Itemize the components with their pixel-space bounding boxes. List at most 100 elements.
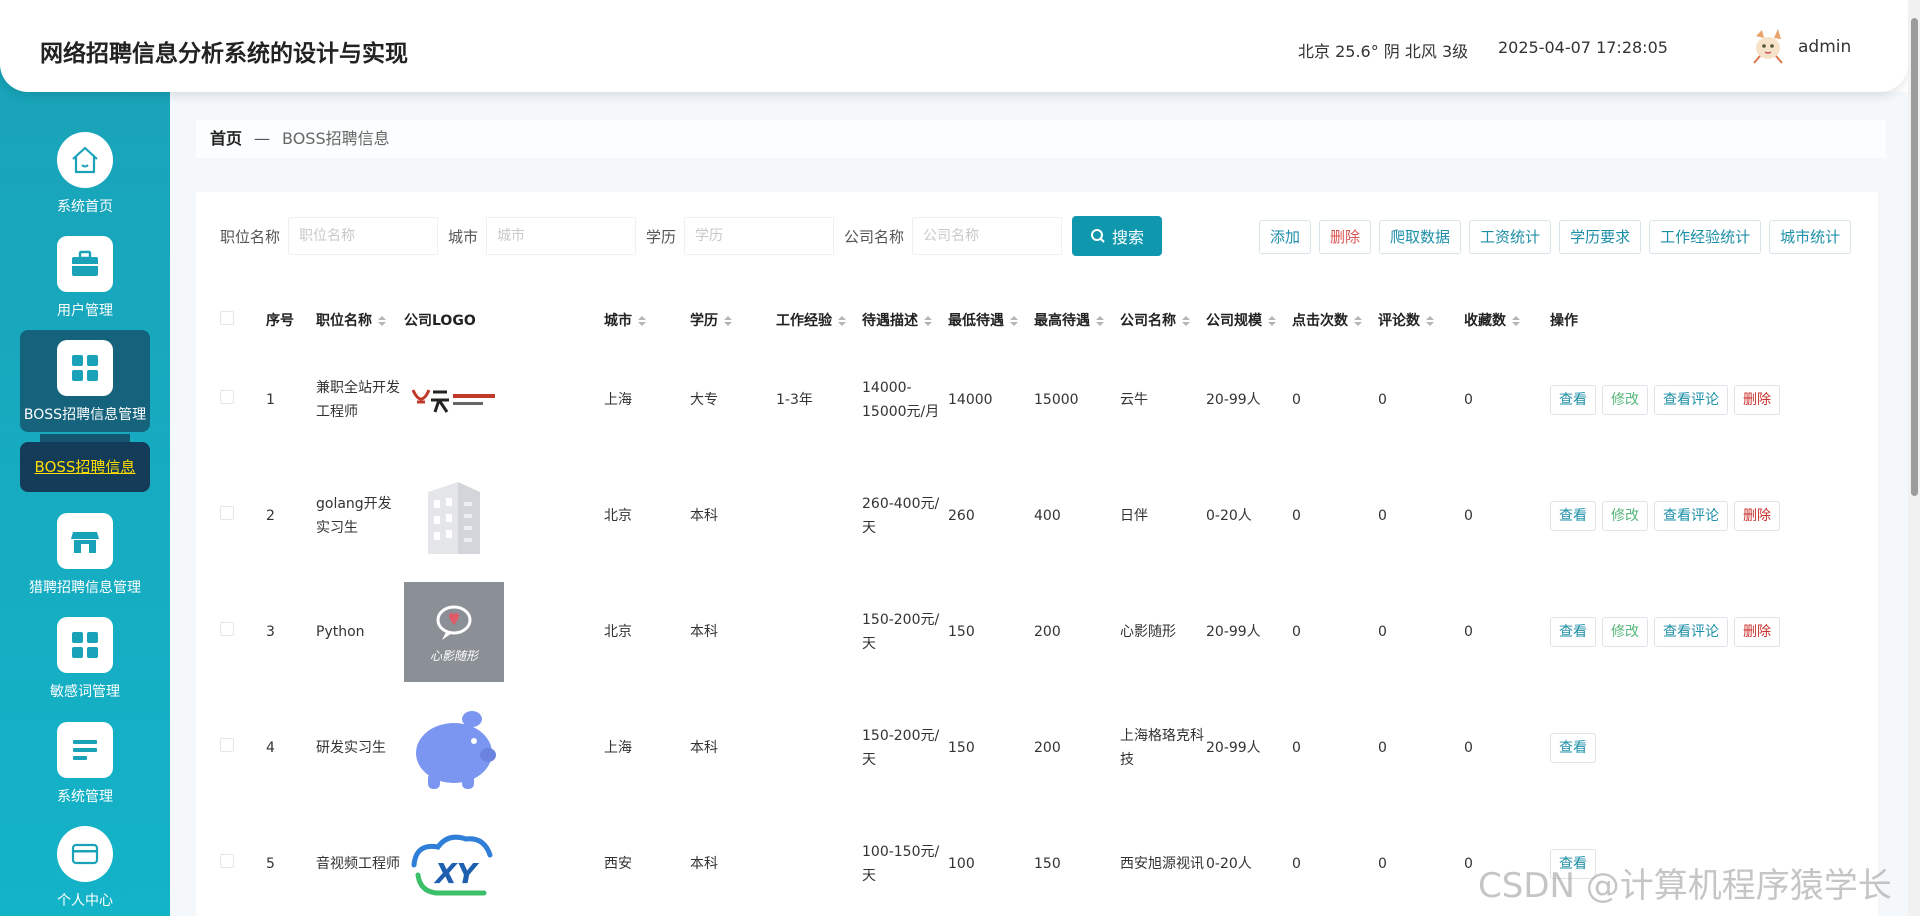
card-icon (57, 826, 113, 882)
row-checkbox[interactable] (220, 854, 234, 868)
header-select-all[interactable] (220, 298, 266, 342)
sidebar-item-home[interactable]: 系统首页 (0, 132, 170, 230)
sort-icon[interactable] (1354, 316, 1362, 326)
view-reviews-button[interactable]: 查看评论 (1654, 385, 1728, 415)
sort-icon[interactable] (724, 316, 732, 326)
sort-icon[interactable] (838, 316, 846, 326)
add-button[interactable]: 添加 (1259, 220, 1312, 254)
delete-button[interactable]: 删除 (1734, 385, 1780, 415)
header-col-sortable[interactable]: 最高待遇 (1034, 298, 1120, 342)
cell-title: 研发实习生 (316, 740, 386, 756)
sort-icon[interactable] (1512, 316, 1520, 326)
education-stats-button[interactable]: 学历要求 (1559, 220, 1642, 254)
page-scrollbar[interactable] (1908, 0, 1920, 916)
sidebar-item-profile[interactable]: 个人中心 (0, 826, 170, 916)
cell-max-pay: 200 (1034, 740, 1061, 756)
header-col-sortable[interactable]: 公司名称 (1120, 298, 1206, 342)
view-button[interactable]: 查看 (1550, 733, 1596, 763)
sidebar-subitem-boss-info[interactable]: BOSS招聘信息 (20, 442, 150, 492)
header-col-sortable[interactable]: 城市 (604, 298, 690, 342)
cell-pay: 150-200元/天 (862, 612, 940, 652)
toolbar-actions: 添加 删除 爬取数据 工资统计 学历要求 工作经验统计 城市统计 (1259, 220, 1852, 254)
sidebar-item-liepin[interactable]: 猎聘招聘信息管理 (0, 513, 170, 611)
search-button[interactable]: 搜索 (1072, 216, 1163, 256)
breadcrumb-current: BOSS招聘信息 (282, 129, 390, 148)
edit-button[interactable]: 修改 (1602, 617, 1648, 647)
view-reviews-button[interactable]: 查看评论 (1654, 617, 1728, 647)
header-col: 公司LOGO (404, 313, 476, 329)
bulk-delete-button[interactable]: 删除 (1319, 220, 1372, 254)
cell-title: Python (316, 624, 365, 640)
username[interactable]: admin (1798, 37, 1851, 57)
cell-comments: 0 (1378, 740, 1387, 756)
cell-min-pay: 14000 (948, 392, 993, 408)
sidebar: 系统首页 用户管理 BOSS招聘信息管理 BOSS招聘信息 猎聘招聘信息管理 敏… (0, 0, 170, 916)
header-col-sortable[interactable]: 公司规模 (1206, 298, 1292, 342)
edit-button[interactable]: 修改 (1602, 501, 1648, 531)
view-reviews-button[interactable]: 查看评论 (1654, 501, 1728, 531)
cartoon-avatar-icon[interactable] (1748, 26, 1788, 66)
cell-size: 20-99人 (1206, 624, 1261, 640)
grid-icon (57, 617, 113, 673)
cell-title: 音视频工程师 (316, 856, 400, 872)
header-col-sortable[interactable]: 工作经验 (776, 298, 862, 342)
company-name-input[interactable] (912, 217, 1063, 255)
sort-icon[interactable] (378, 316, 386, 326)
xinying-logo-text: 心影随形 (430, 649, 480, 663)
row-checkbox[interactable] (220, 738, 234, 752)
crawl-data-button[interactable]: 爬取数据 (1379, 220, 1462, 254)
header-col-sortable[interactable]: 待遇描述 (862, 298, 948, 342)
header-col-sortable[interactable]: 点击次数 (1292, 298, 1378, 342)
table-row: 2 golang开发实习生 北京 本科 260-400元/天 260 400 日… (220, 458, 1792, 574)
experience-stats-button[interactable]: 工作经验统计 (1649, 220, 1762, 254)
sort-icon[interactable] (1010, 316, 1018, 326)
sort-icon[interactable] (1268, 316, 1276, 326)
sort-icon[interactable] (924, 316, 932, 326)
sort-icon[interactable] (1426, 316, 1434, 326)
cell-max-pay: 200 (1034, 624, 1061, 640)
cell-education: 本科 (690, 740, 718, 756)
header-col-sortable[interactable]: 最低待遇 (948, 298, 1034, 342)
cell-min-pay: 260 (948, 508, 975, 524)
sidebar-item-sensitive-words[interactable]: 敏感词管理 (0, 617, 170, 715)
row-checkbox[interactable] (220, 506, 234, 520)
position-name-input[interactable] (288, 217, 439, 255)
row-ops: 查看 修改 查看评论 删除 (1550, 501, 1792, 531)
header-col-sortable[interactable]: 收藏数 (1464, 298, 1550, 342)
breadcrumb-home[interactable]: 首页 (210, 129, 242, 148)
sidebar-item-system[interactable]: 系统管理 (0, 722, 170, 820)
cell-company: 西安旭源视讯 (1120, 856, 1204, 872)
sidebar-item-label: 用户管理 (57, 303, 113, 319)
row-checkbox[interactable] (220, 390, 234, 404)
education-input[interactable] (684, 217, 835, 255)
salary-stats-button[interactable]: 工资统计 (1469, 220, 1552, 254)
scrollbar-thumb[interactable] (1911, 18, 1918, 496)
sort-icon[interactable] (638, 316, 646, 326)
sort-icon[interactable] (1096, 316, 1104, 326)
city-input[interactable] (486, 217, 637, 255)
header-col-sortable[interactable]: 职位名称 (316, 298, 404, 342)
sidebar-item-users[interactable]: 用户管理 (0, 236, 170, 334)
delete-button[interactable]: 删除 (1734, 501, 1780, 531)
row-checkbox[interactable] (220, 622, 234, 636)
cell-experience (776, 806, 862, 916)
header-col-sortable[interactable]: 评论数 (1378, 298, 1464, 342)
view-button[interactable]: 查看 (1550, 501, 1596, 531)
table-header-row: 序号 职位名称 公司LOGO 城市 学历 工作经验 待遇描述 最低待遇 最高待遇… (220, 298, 1792, 342)
header-col-sortable[interactable]: 学历 (690, 298, 776, 342)
view-button[interactable]: 查看 (1550, 617, 1596, 647)
search-label-position: 职位名称 (220, 227, 281, 246)
sidebar-item-boss[interactable]: BOSS招聘信息管理 (20, 330, 150, 432)
cell-size: 20-99人 (1206, 392, 1261, 408)
edit-button[interactable]: 修改 (1602, 385, 1648, 415)
cell-min-pay: 150 (948, 740, 975, 756)
header-col: 操作 (1550, 313, 1578, 329)
sort-icon[interactable] (1182, 316, 1190, 326)
cell-pay: 260-400元/天 (862, 496, 940, 536)
view-button[interactable]: 查看 (1550, 385, 1596, 415)
delete-button[interactable]: 删除 (1734, 617, 1780, 647)
row-ops: 查看 修改 查看评论 删除 (1550, 385, 1792, 415)
cell-education: 本科 (690, 856, 718, 872)
select-all-checkbox[interactable] (220, 311, 234, 325)
city-stats-button[interactable]: 城市统计 (1769, 220, 1852, 254)
